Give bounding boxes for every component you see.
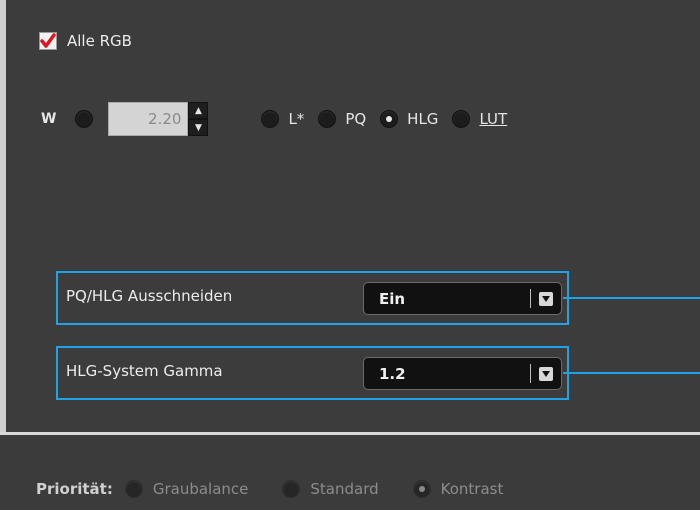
chevron-down-icon: [539, 366, 553, 381]
hlg-system-gamma-dropdown[interactable]: 1.2: [363, 357, 562, 390]
lstar-label: L*: [288, 110, 305, 128]
clip-connector-line: [563, 297, 700, 299]
priority-option-kontrast[interactable]: Kontrast: [412, 480, 504, 498]
graubalance-radio[interactable]: [124, 480, 143, 498]
lstar-radio[interactable]: [261, 110, 280, 128]
pq-label: PQ: [345, 110, 367, 128]
hlg-system-gamma-value: 1.2: [379, 364, 406, 383]
option-pq[interactable]: PQ: [318, 110, 366, 128]
gamma-value-input[interactable]: 2.20: [108, 102, 189, 136]
all-rgb-row: Alle RGB: [39, 32, 132, 50]
priority-option-graubalance[interactable]: Graubalance: [124, 480, 249, 498]
spin-up-button[interactable]: ▲: [188, 102, 209, 119]
kontrast-label: Kontrast: [440, 480, 504, 498]
gamma-connector-line: [563, 372, 700, 374]
pq-hlg-clip-label: PQ/HLG Ausschneiden: [66, 287, 233, 305]
priority-label: Priorität:: [36, 480, 113, 498]
priority-row: Priorität: Graubalance Standard Kontrast: [36, 480, 537, 498]
dropdown-separator: [530, 364, 531, 383]
hlg-label: HLG: [407, 110, 439, 128]
kontrast-radio[interactable]: [412, 480, 431, 498]
gamma-row: W 2.20 ▲ ▼ L* PQ HLG LUT: [41, 102, 507, 136]
gamma-value-spinner: ▲ ▼: [188, 102, 209, 136]
checkmark-icon: [40, 33, 56, 48]
graubalance-label: Graubalance: [152, 480, 249, 498]
spin-down-button[interactable]: ▼: [188, 119, 209, 136]
all-rgb-checkbox[interactable]: [39, 32, 57, 50]
pq-hlg-clip-dropdown[interactable]: Ein: [363, 282, 562, 315]
hlg-system-gamma-setting: HLG-System Gamma 1.2: [56, 346, 569, 400]
triangle-up-icon: ▲: [194, 105, 202, 116]
standard-label: Standard: [310, 480, 379, 498]
option-lut[interactable]: LUT: [452, 110, 507, 128]
standard-radio[interactable]: [282, 480, 301, 498]
lut-link[interactable]: LUT: [479, 110, 507, 128]
hlg-radio[interactable]: [380, 110, 399, 128]
pq-radio[interactable]: [318, 110, 337, 128]
priority-option-standard[interactable]: Standard: [282, 480, 379, 498]
all-rgb-label: Alle RGB: [67, 32, 132, 50]
gamma-value-radio[interactable]: [75, 110, 94, 128]
option-lstar[interactable]: L*: [261, 110, 304, 128]
option-hlg[interactable]: HLG: [380, 110, 438, 128]
w-label: W: [41, 111, 58, 127]
pq-hlg-clip-setting: PQ/HLG Ausschneiden Ein: [56, 271, 569, 325]
lut-radio[interactable]: [452, 110, 471, 128]
gamma-settings-panel: Alle RGB W 2.20 ▲ ▼ L* PQ HLG LUT PQ/HLG…: [0, 0, 700, 432]
dropdown-separator: [530, 289, 531, 308]
triangle-down-icon: ▼: [194, 122, 202, 133]
chevron-down-icon: [539, 291, 553, 306]
hlg-system-gamma-label: HLG-System Gamma: [66, 362, 223, 380]
pq-hlg-clip-value: Ein: [379, 289, 406, 308]
priority-panel: [0, 435, 700, 510]
